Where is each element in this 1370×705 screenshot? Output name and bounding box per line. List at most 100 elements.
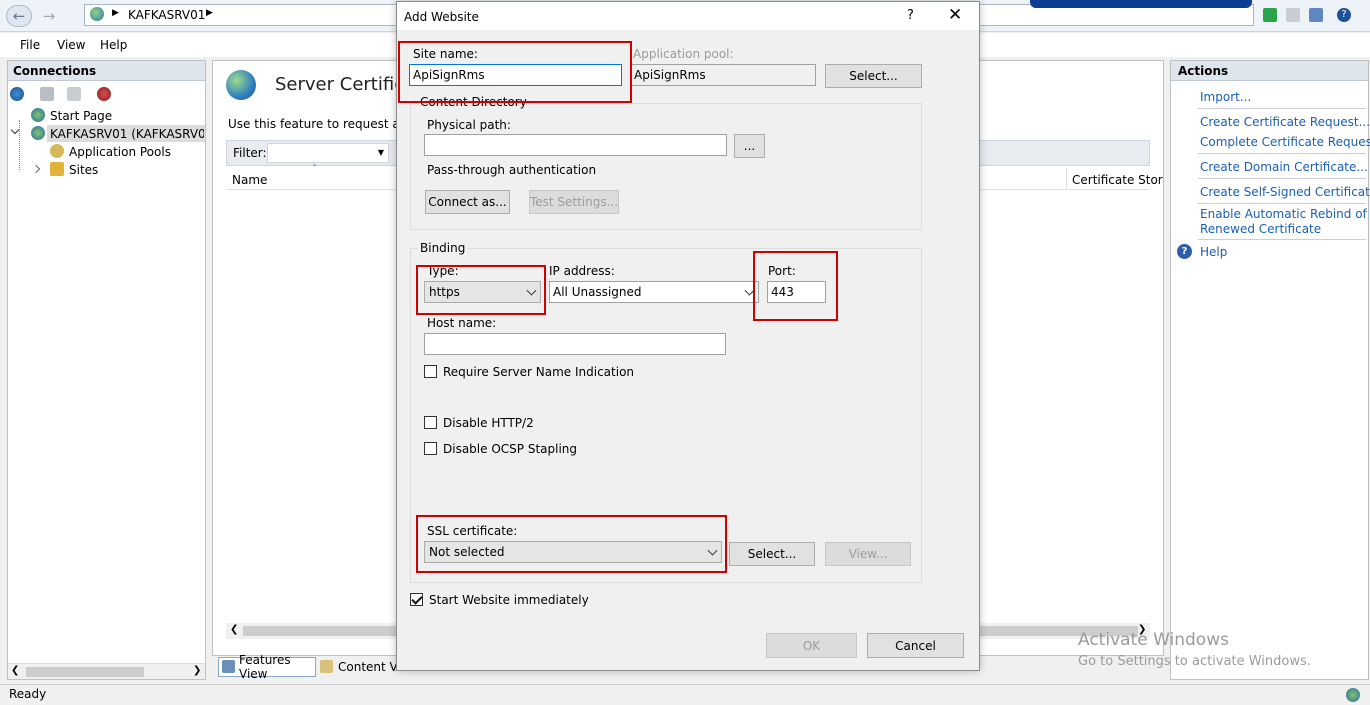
connect-icon[interactable] [10,87,24,101]
browse-path-button[interactable]: ... [734,134,765,158]
col-name-header[interactable]: Name [232,173,267,187]
disable-http2-checkbox[interactable] [424,416,437,429]
sites-icon [50,162,64,176]
tree-sites[interactable]: Sites [69,163,98,177]
start-immediately-label: Start Website immediately [429,593,589,607]
pass-through-label: Pass-through authentication [427,163,597,177]
filter-label: Filter: [233,146,267,160]
host-name-input[interactable] [424,333,726,355]
stop-icon[interactable] [1286,8,1300,22]
content-view-icon [320,660,333,673]
dialog-titlebar [397,2,979,30]
breadcrumb-sep-1: ▶ [112,8,119,18]
filter-dropdown-icon[interactable]: ▼ [378,148,384,157]
tree-dotted-line [19,120,20,170]
status-text: Ready [9,687,47,701]
type-chevron-down-icon [526,285,537,296]
action-import[interactable]: Import... [1200,90,1251,104]
server-node-icon [31,126,45,140]
server-globe-icon [90,7,104,21]
action-enable-rebind-2[interactable]: Renewed Certificate [1200,222,1321,236]
tree-server[interactable]: KAFKASRV01 (KAFKASRV01\A [50,127,204,141]
scroll-thumb[interactable] [26,667,144,677]
action-enable-rebind[interactable]: Enable Automatic Rebind of [1200,207,1367,221]
app-pools-icon [50,144,64,158]
breadcrumb-server[interactable]: KAFKASRV01 [128,8,205,22]
col-divider [1066,168,1067,190]
ssl-view-button[interactable]: View... [825,542,911,566]
action-create-self-signed[interactable]: Create Self-Signed Certificate... [1200,185,1370,199]
status-bar [0,684,1370,705]
ok-button[interactable]: OK [766,633,857,658]
sni-label: Require Server Name Indication [443,365,635,379]
home-icon[interactable] [1309,8,1323,22]
ssl-cert-select[interactable]: Not selected [424,541,722,563]
up-folder-icon[interactable] [67,87,81,101]
disable-http2-label: Disable HTTP/2 [443,416,534,430]
ip-address-label: IP address: [549,264,615,278]
site-name-label: Site name: [413,47,478,61]
forward-button[interactable]: → [36,5,62,27]
feature-title: Server Certific [275,74,405,95]
start-page-icon [31,108,45,122]
action-complete-cert-request[interactable]: Complete Certificate Request... [1200,135,1370,149]
content-directory-label: Content Directory [418,95,529,109]
port-input[interactable]: 443 [767,281,826,303]
scroll-left-icon[interactable]: ❮ [11,665,19,676]
connections-title: Connections [13,64,97,78]
sni-checkbox[interactable] [424,365,437,378]
features-view-icon [222,660,235,673]
help-icon: ? [1177,244,1192,259]
site-name-input[interactable]: ApiSignRms [409,64,622,86]
content-view-tab[interactable]: Content Vi [338,660,401,674]
test-settings-button[interactable]: Test Settings... [529,190,619,214]
app-pool-label: Application pool: [633,47,734,61]
physical-path-label: Physical path: [427,118,511,132]
back-arrow-icon: ← [12,7,26,25]
tree-app-pools[interactable]: Application Pools [69,145,171,159]
ssl-select-button[interactable]: Select... [729,542,815,566]
disable-ocsp-checkbox[interactable] [424,442,437,455]
tree-start-page[interactable]: Start Page [50,109,112,123]
action-create-domain-cert[interactable]: Create Domain Certificate... [1200,160,1368,174]
type-label: Type: [427,264,459,278]
cancel-button[interactable]: Cancel [867,633,964,658]
connections-hscrollbar[interactable]: ❮ ❯ [8,663,205,679]
feature-globe-icon [226,70,256,100]
activate-windows-subtitle: Go to Settings to activate Windows. [1078,654,1311,669]
app-pool-select-button[interactable]: Select... [825,64,922,88]
scroll-right-icon[interactable]: ❯ [193,665,201,676]
refresh-icon[interactable] [1263,8,1277,22]
ssl-chevron-down-icon [707,545,718,556]
connect-as-button[interactable]: Connect as... [425,190,510,214]
host-name-label: Host name: [427,316,497,330]
start-immediately-checkbox[interactable] [410,593,423,606]
ssl-cert-label: SSL certificate: [427,524,518,538]
filter-input[interactable]: ▼ [267,143,389,163]
sort-indicator-icon: ˆ [312,164,317,175]
back-button[interactable]: ← [6,5,32,27]
main-scroll-left-icon[interactable]: ❮ [230,624,238,635]
actions-sep-5 [1198,239,1366,240]
help-circle-icon[interactable]: ? [1337,8,1351,22]
menu-help[interactable]: Help [100,38,127,52]
disable-ocsp-label: Disable OCSP Stapling [443,442,578,456]
action-help[interactable]: Help [1200,245,1227,259]
col-cert-store-header[interactable]: Certificate Stor [1072,173,1163,187]
forward-arrow-icon: → [42,7,56,25]
breadcrumb-sep-2: ▶ [206,8,213,18]
app-pool-field: ApiSignRms [630,64,816,86]
menu-view[interactable]: View [57,38,85,52]
binding-label: Binding [418,241,468,255]
action-create-cert-request[interactable]: Create Certificate Request... [1200,115,1370,129]
dialog-close-icon[interactable]: ✕ [948,5,962,25]
type-select[interactable]: https [424,281,541,303]
physical-path-input[interactable] [424,134,727,156]
dialog-help-button[interactable]: ? [907,8,914,23]
ip-address-select[interactable]: All Unassigned [549,281,759,303]
menu-file[interactable]: File [20,38,40,52]
actions-sep-1 [1198,108,1366,109]
disconnect-icon[interactable] [97,87,111,101]
dialog-title: Add Website [404,10,479,24]
save-icon[interactable] [40,87,54,101]
